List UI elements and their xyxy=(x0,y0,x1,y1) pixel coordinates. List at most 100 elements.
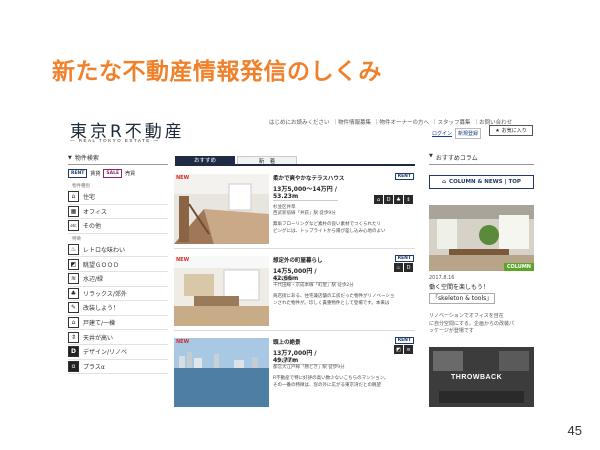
column-description-line: ッケージが登場です xyxy=(429,328,474,334)
listing-station: 都営大江戸線「勝どき」駅 徒歩9分 xyxy=(273,365,345,370)
column-heading-label: おすすめコラム xyxy=(435,155,478,162)
column-title[interactable]: 働く空間を楽しもう！ 「skeleton & tools」 xyxy=(429,283,534,304)
column-date: 2017.8.16 xyxy=(429,275,455,281)
etc-icon: etc xyxy=(68,220,79,232)
sale-text[interactable]: 売買 xyxy=(125,170,135,177)
sidebar-item-relax[interactable]: ♣ リラックス/郊外 xyxy=(68,287,168,302)
sidebar-item-high-ceiling[interactable]: ⇕ 天井が高い xyxy=(68,330,168,345)
nav-owner-link[interactable]: ｜物件オーナーの方へ xyxy=(374,120,429,126)
listing-description: 無垢フローリングなど素朴の良い素材でつくられたリ ビングには、トップライトから陽が… xyxy=(273,221,413,235)
page-number: 45 xyxy=(567,423,582,438)
slide-title: 新たな不動産情報発信のしくみ xyxy=(52,59,382,85)
throwback-label: THROWBACK xyxy=(451,374,503,381)
nav-intro-link[interactable]: はじめにお読みください xyxy=(269,120,330,126)
register-link[interactable]: 新規登録 xyxy=(455,128,482,139)
listing-description-line: 商店街にある、住宅兼店舗の工房だった物件がリノベーショ xyxy=(273,294,395,299)
favorites-button[interactable]: ★ お気に入り xyxy=(489,125,533,136)
terrace-house-photo xyxy=(174,174,269,244)
sidebar-item-retro[interactable]: ♨ レトロな味わい xyxy=(68,243,168,258)
rent-badge: RENT xyxy=(394,173,414,180)
sidebar-item-label: その他 xyxy=(83,223,102,231)
tab-new[interactable]: 新 着 xyxy=(237,156,297,165)
sidebar-item-label: 戸建て/一棟 xyxy=(83,320,116,328)
column-title-line: 「skeleton & tools」 xyxy=(429,293,496,304)
water-icon: ≋ xyxy=(68,273,79,285)
sidebar-item-label: 眺望ＧＯＯＤ xyxy=(83,261,120,269)
sidebar-item-label: リラックス/郊外 xyxy=(83,290,127,298)
star-icon: ★ xyxy=(495,127,500,134)
sidebar-item-detached[interactable]: ⌂ 戸建て/一棟 xyxy=(68,316,168,331)
sidebar-item-other[interactable]: etc その他 xyxy=(68,219,168,234)
pencil-icon: ✎ xyxy=(68,302,79,314)
rent-chip[interactable]: RENT xyxy=(68,169,88,178)
sidebar-item-view[interactable]: ◩ 眺望ＧＯＯＤ xyxy=(68,257,168,272)
home-icon: ⌂ xyxy=(442,179,447,185)
listing-title[interactable]: 柔かで爽やかなテラスハウス xyxy=(273,174,344,182)
new-badge: NEW xyxy=(176,339,190,345)
feature-icon: ≋ xyxy=(404,345,413,354)
sidebar-item-label: レトロな味わい xyxy=(83,247,126,255)
column-description: リノベーションでオフィスを自在 に自分空間にする。企画からの改装パ ッケージが登… xyxy=(429,313,534,336)
column-heading: ▼ おすすめコラム xyxy=(429,153,534,165)
sidebar-item-label: デザイン/リノベ xyxy=(83,349,128,357)
feature-icons: ⌂ D ♣ ⇕ xyxy=(374,195,413,204)
column-description-line: に自分空間にする。企画からの改装パ xyxy=(429,320,515,327)
nav-staff-link[interactable]: ｜スタッフ募集 xyxy=(432,120,471,126)
site-logo-subtitle: — REAL TOKYO ESTATE — xyxy=(70,138,160,143)
listing-title[interactable]: 想定外の町屋暮らし xyxy=(273,256,323,264)
rent-text[interactable]: 賃貸 xyxy=(90,170,100,177)
throwback-banner[interactable]: THROWBACK xyxy=(429,347,534,407)
design-icon: D xyxy=(384,195,393,204)
design-icon: D xyxy=(404,263,413,272)
listing-title[interactable]: 頭上の絶景 xyxy=(273,338,301,346)
search-heading-label: 物件検索 xyxy=(74,155,99,162)
column-badge: COLUMN xyxy=(503,263,534,271)
nav-listing-link[interactable]: ｜物件情報募集 xyxy=(333,120,372,126)
tree-icon: ♣ xyxy=(68,287,79,299)
listing-tabs: おすすめ 新 着 xyxy=(175,156,415,166)
column-news-top-button[interactable]: ⌂ COLUMN & NEWS | TOP xyxy=(429,175,534,189)
listing-item[interactable]: NEW 頭上の絶景 RENT 13万7,000円 / 49.77m 中央区晴海 … xyxy=(174,335,415,407)
house-icon: ⌂ xyxy=(68,191,79,203)
sidebar-item-label: オフィス xyxy=(83,208,107,216)
favorites-label: お気に入り xyxy=(501,128,527,134)
feature-icons: ◩ ≋ xyxy=(394,345,413,354)
listing-price: 13万5,000〜14万円 /53.23m xyxy=(273,184,338,201)
rent-badge: RENT xyxy=(394,255,414,262)
chevron-down-icon: ▼ xyxy=(68,154,72,161)
listing-station: 西武新宿線「井荻」駅 徒歩9分 xyxy=(273,211,336,216)
auth-links: ログイン 新規登録 xyxy=(432,128,482,139)
listing-item[interactable]: NEW 想定外の町屋暮らし RENT 14万5,000円 / 42.66m 荒川… xyxy=(174,253,415,331)
sidebar-item-plus-alpha[interactable]: α プラスα xyxy=(68,360,168,375)
search-heading: ▼ 物件検索 xyxy=(68,153,168,165)
sidebar: ▼ 物件検索 RENT 賃貸 SALE 売買 物件種別 ⌂ 住宅 ▦ オフィス et… xyxy=(68,153,168,375)
login-link[interactable]: ログイン xyxy=(432,130,452,137)
type-heading: 物件種別 xyxy=(72,184,90,189)
listing-description: R不動産で特に好評の高い数少ないこちらのマンション。 その一番の特徴は、窓の外に広… xyxy=(273,375,413,389)
view-icon: ◩ xyxy=(68,258,79,270)
listing-photo[interactable]: NEW xyxy=(174,338,269,407)
feature-icon: ⇕ xyxy=(404,195,413,204)
listing-photo[interactable]: NEW xyxy=(174,174,269,244)
sidebar-item-renovate[interactable]: ✎ 改装しよう！ xyxy=(68,301,168,316)
sidebar-item-office[interactable]: ▦ オフィス xyxy=(68,205,168,220)
feature-icon: ⌂ xyxy=(374,195,383,204)
listing-item[interactable]: NEW 柔かで爽やかなテラスハウス RENT 13万5,000〜14万円 /53… xyxy=(174,171,415,249)
sidebar-item-housing[interactable]: ⌂ 住宅 xyxy=(68,190,168,205)
listing-description: 商店街にある、住宅兼店舗の工房だった物件がリノベーショ ンされた物件が。珍しく貴重… xyxy=(273,293,413,307)
feature-icon: ♣ xyxy=(394,195,403,204)
rent-badge: RENT xyxy=(394,337,414,344)
sidebar-item-label: 水辺/緑 xyxy=(83,276,104,284)
column-photo[interactable]: COLUMN xyxy=(429,205,534,271)
column-title-line: 働く空間を楽しもう！ xyxy=(429,284,489,291)
sale-chip[interactable]: SALE xyxy=(103,169,123,178)
alpha-icon: α xyxy=(68,360,79,372)
sidebar-item-design[interactable]: D デザイン/リノベ xyxy=(68,345,168,360)
sidebar-item-waterside[interactable]: ≋ 水辺/緑 xyxy=(68,272,168,287)
tab-recommended[interactable]: おすすめ xyxy=(175,156,235,164)
listing-photo[interactable]: NEW xyxy=(174,256,269,326)
listing-area: 53.23m xyxy=(273,193,299,200)
top-nav: はじめにお読みください ｜物件情報募集 ｜物件オーナーの方へ ｜スタッフ募集 ｜お問い合… xyxy=(269,118,515,126)
machiya-photo xyxy=(174,256,269,326)
office-photo xyxy=(429,205,534,271)
